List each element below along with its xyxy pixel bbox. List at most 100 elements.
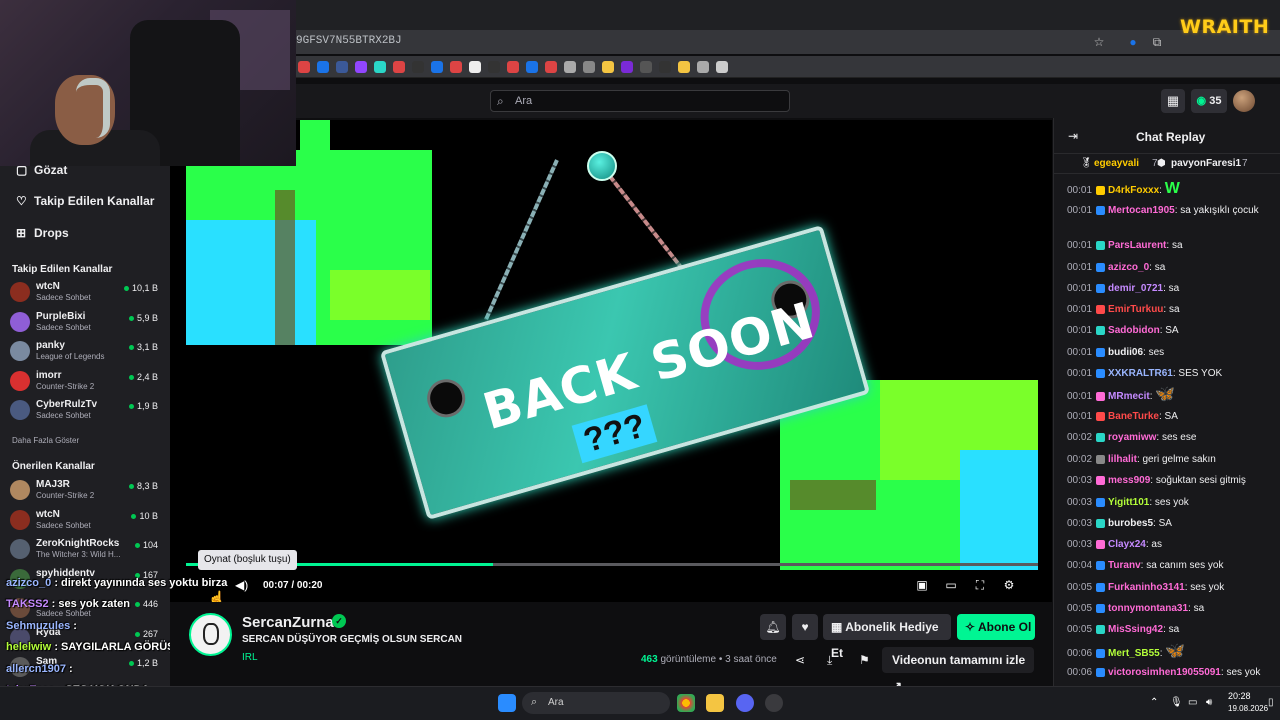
chat-username[interactable]: budii06 [1108, 347, 1143, 358]
chat-username[interactable]: burobes5 [1108, 518, 1153, 529]
app-icon[interactable] [765, 694, 783, 712]
show-more-link[interactable]: Daha Fazla Göster [12, 436, 79, 445]
chat-username[interactable]: Mert_SB55 [1108, 648, 1160, 659]
view-count-label: görüntüleme [660, 654, 717, 665]
bookmark-icon[interactable] [716, 61, 728, 73]
bookmark-icon[interactable] [564, 61, 576, 73]
file-explorer-icon[interactable] [706, 694, 724, 712]
sidebar-item-following[interactable]: ♡ Takip Edilen Kanallar [16, 194, 154, 208]
chat-username[interactable]: XXKRALTR61 [1108, 368, 1173, 379]
tray-chevron-icon[interactable]: ⌃ [1150, 697, 1158, 708]
leader-name[interactable]: pavyonFaresi1 [1171, 158, 1241, 169]
channel-row[interactable]: CyberRulzTv Sadece Sohbet 1,9 B [10, 397, 164, 423]
taskbar-date[interactable]: 19.08.2026 [1228, 704, 1268, 713]
chat-username[interactable]: victorosimhen19055091 [1108, 667, 1221, 678]
notification-bell-button[interactable]: 🔔︎ [760, 614, 786, 640]
channel-row[interactable]: PurpleBixi Sadece Sohbet 5,9 B [10, 309, 164, 335]
leader-name[interactable]: egeayvali [1094, 158, 1139, 169]
clip-icon[interactable]: ▣ [915, 578, 929, 592]
volume-tray-icon[interactable]: 🔊︎ [1206, 697, 1212, 708]
streamer-name[interactable]: SercanZurna [242, 614, 334, 631]
extensions-puzzle-icon[interactable]: ⧉ [1150, 35, 1164, 49]
chat-username[interactable]: MRmecit [1108, 391, 1150, 402]
download-icon[interactable]: ⤓ [827, 653, 832, 668]
bookmark-icon[interactable] [336, 61, 348, 73]
taskbar-clock[interactable]: 20:28 [1228, 691, 1251, 701]
bookmark-icon[interactable] [507, 61, 519, 73]
chat-username[interactable]: Yigitt101 [1108, 497, 1149, 508]
chat-username[interactable]: Sadobidon [1108, 325, 1160, 336]
layout-icon[interactable]: ▦ [1161, 89, 1185, 113]
windows-start-icon[interactable] [498, 694, 516, 712]
chrome-icon[interactable] [677, 694, 695, 712]
fullscreen-icon[interactable]: ⛶ [973, 578, 987, 592]
notification-icon[interactable]: ▯ [1268, 697, 1274, 708]
bookmark-icon[interactable] [697, 61, 709, 73]
extension-icon[interactable]: ● [1126, 35, 1140, 49]
bookmark-icon[interactable] [526, 61, 538, 73]
bookmark-icon[interactable] [545, 61, 557, 73]
taskbar-search[interactable]: ⌕ Ara [522, 692, 670, 714]
search-input[interactable]: ⌕ Ara [490, 90, 790, 112]
streamer-avatar[interactable] [189, 613, 232, 656]
theatre-mode-icon[interactable]: ▭ [944, 578, 958, 592]
volume-icon[interactable]: ◀) [235, 578, 248, 592]
address-bar[interactable]: 9GFSV7N55BTRX2BJ ☆ ● ⧉ [290, 30, 1280, 54]
bookmark-icon[interactable] [393, 61, 405, 73]
channel-row[interactable]: wtcN Sadece Sohbet 10 B [10, 507, 164, 533]
bookmark-icon[interactable] [621, 61, 633, 73]
channel-row[interactable]: imorr Counter-Strike 2 2,4 B [10, 368, 164, 394]
channel-row[interactable]: ZeroKnightRocks The Witcher 3: Wild H... 1… [10, 536, 164, 562]
microphone-icon[interactable]: 🎙︎ [1170, 697, 1183, 708]
subscribe-button[interactable]: ✧ Abone Ol [957, 614, 1035, 640]
chat-username[interactable]: Turanv [1108, 560, 1141, 571]
chat-username[interactable]: MisSsing42 [1108, 624, 1163, 635]
chat-username[interactable]: Mertocan1905 [1108, 205, 1175, 216]
chat-username[interactable]: royamiww [1108, 432, 1156, 443]
bookmark-icon[interactable] [488, 61, 500, 73]
settings-icon[interactable]: ⚙ [1002, 578, 1016, 592]
chat-username[interactable]: lilhalit [1108, 454, 1137, 465]
category-link[interactable]: IRL [242, 652, 258, 663]
network-icon[interactable]: ▭ [1188, 697, 1197, 708]
chat-username[interactable]: azizco_0 [1108, 262, 1149, 273]
bookmark-icon[interactable] [659, 61, 671, 73]
chat-username[interactable]: demir_0721 [1108, 283, 1163, 294]
bookmark-icon[interactable] [469, 61, 481, 73]
channel-row[interactable]: MAJ3R Counter-Strike 2 8,3 B [10, 477, 164, 503]
user-avatar[interactable] [1233, 90, 1255, 112]
progress-bar[interactable] [186, 563, 1038, 566]
collapse-chat-icon[interactable]: ⇥ [1068, 129, 1078, 143]
watch-full-button[interactable]: Videonun tamamını izle ↗ [882, 647, 1034, 693]
chat-username[interactable]: Clayx24 [1108, 539, 1146, 550]
chat-username[interactable]: tonnymontana31 [1108, 603, 1188, 614]
chat-username[interactable]: BaneTurke [1108, 411, 1159, 422]
bookmark-icon[interactable] [355, 61, 367, 73]
bookmark-icon[interactable] [583, 61, 595, 73]
bookmark-icon[interactable] [640, 61, 652, 73]
bookmark-icon[interactable] [602, 61, 614, 73]
bookmark-icon[interactable] [450, 61, 462, 73]
bookmark-icon[interactable] [431, 61, 443, 73]
bookmark-icon[interactable] [317, 61, 329, 73]
channel-row[interactable]: wtcN Sadece Sohbet 10,1 B [10, 279, 164, 305]
chat-username[interactable]: mess909 [1108, 475, 1150, 486]
chat-username[interactable]: EmirTurkuu [1108, 304, 1163, 315]
bookmark-icon[interactable] [298, 61, 310, 73]
gift-sub-button[interactable]: ▦ Abonelik Hediye Et [823, 614, 951, 660]
bookmark-star-icon[interactable]: ☆ [1092, 35, 1106, 49]
sidebar-item-browse[interactable]: ▢ Gözat [16, 163, 67, 177]
share-icon[interactable]: ⋖ [795, 653, 805, 667]
bookmark-icon[interactable] [678, 61, 690, 73]
points-counter[interactable]: ◉ 35 [1191, 89, 1227, 113]
chat-username[interactable]: Furkaninho3141 [1108, 582, 1185, 593]
chat-username[interactable]: D4rkFoxxx [1108, 185, 1159, 196]
chat-username[interactable]: ParsLaurent [1108, 240, 1166, 251]
bookmark-icon[interactable] [374, 61, 386, 73]
sidebar-item-drops[interactable]: ⊞ Drops [16, 226, 69, 240]
bookmark-icon[interactable] [412, 61, 424, 73]
follow-heart-button[interactable]: ♥ [792, 614, 818, 640]
channel-row[interactable]: panky League of Legends 3,1 B [10, 338, 164, 364]
report-icon[interactable]: ⚑ [859, 653, 870, 667]
discord-icon[interactable] [736, 694, 754, 712]
